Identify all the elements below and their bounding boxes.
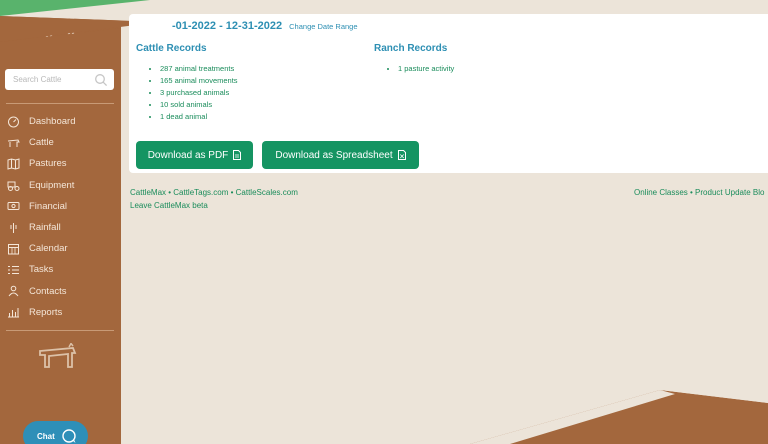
- search-box[interactable]: [5, 69, 114, 90]
- ranch-records-list: 1 pasture activity: [398, 63, 454, 75]
- sidebar-nav: Dashboard Cattle Pastures Equipment Fina…: [6, 111, 116, 323]
- sidebar-item-calendar[interactable]: Calendar: [6, 238, 116, 259]
- list-item: 1 dead animal: [160, 111, 238, 123]
- divider: [6, 103, 114, 104]
- sidebar-item-contacts[interactable]: Contacts: [6, 281, 116, 302]
- sidebar-item-label: Equipment: [29, 179, 75, 191]
- footer-links-left[interactable]: CattleMax • CattleTags.com • CattleScale…: [130, 188, 298, 197]
- sidebar-item-label: Contacts: [29, 285, 67, 297]
- list-item: 1 pasture activity: [398, 63, 454, 75]
- ranch-records-title: Ranch Records: [374, 43, 448, 54]
- list-item: 3 purchased animals: [160, 87, 238, 99]
- sidebar-item-label: Cattle: [29, 137, 54, 149]
- download-spreadsheet-label: Download as Spreadsheet: [275, 149, 393, 161]
- sidebar: Dashboard Cattle Pastures Equipment Fina…: [0, 0, 121, 444]
- sidebar-item-label: Reports: [29, 306, 63, 318]
- chat-label: Chat: [37, 431, 55, 441]
- financial-icon: [6, 200, 20, 212]
- sidebar-item-label: Tasks: [29, 264, 54, 276]
- download-pdf-label: Download as PDF: [147, 149, 229, 161]
- spreadsheet-file-icon: [397, 150, 406, 160]
- sidebar-item-financial[interactable]: Financial: [6, 196, 116, 217]
- dashboard-icon: [6, 116, 20, 128]
- equipment-icon: [6, 179, 20, 192]
- sidebar-item-equipment[interactable]: Equipment: [6, 175, 116, 196]
- tasks-icon: [6, 264, 20, 276]
- sidebar-item-dashboard[interactable]: Dashboard: [6, 111, 116, 132]
- sidebar-item-tasks[interactable]: Tasks: [6, 259, 116, 280]
- chat-button[interactable]: Chat: [23, 421, 88, 444]
- calendar-icon: [6, 243, 20, 255]
- search-icon[interactable]: [94, 73, 108, 87]
- cattlemax-logo-icon: [39, 343, 77, 368]
- sidebar-item-reports[interactable]: Reports: [6, 302, 116, 323]
- rainfall-icon: [6, 222, 20, 234]
- chat-bubble-icon: [62, 428, 76, 443]
- sidebar-item-label: Financial: [29, 200, 68, 212]
- search-input[interactable]: [13, 75, 93, 84]
- sidebar-item-label: Pastures: [29, 158, 67, 170]
- cattle-records-list: 287 animal treatments 165 animal movemen…: [160, 63, 238, 123]
- footer-links-right[interactable]: Online Classes • Product Update Blo: [634, 188, 764, 197]
- list-item: 10 sold animals: [160, 99, 238, 111]
- date-range: -01-2022 - 12-31-2022 Change Date Range: [172, 20, 358, 32]
- cattle-icon: [6, 137, 20, 149]
- pdf-file-icon: [233, 150, 242, 160]
- pastures-icon: [6, 158, 20, 170]
- list-item: 165 animal movements: [160, 75, 238, 87]
- date-range-text: -01-2022 - 12-31-2022: [172, 20, 283, 32]
- cattlemax-logo-icon[interactable]: [40, 16, 80, 50]
- footer-banner-decoration: [470, 385, 768, 444]
- contacts-icon: [6, 285, 20, 297]
- change-date-range-link[interactable]: Change Date Range: [289, 22, 357, 31]
- sidebar-item-label: Dashboard: [29, 116, 76, 128]
- divider: [6, 330, 114, 331]
- leave-beta-link[interactable]: Leave CattleMax beta: [130, 201, 208, 210]
- sidebar-item-label: Calendar: [29, 243, 68, 255]
- cattle-records-title: Cattle Records: [136, 43, 207, 54]
- download-spreadsheet-button[interactable]: Download as Spreadsheet: [262, 141, 419, 169]
- sidebar-item-label: Rainfall: [29, 222, 61, 234]
- sidebar-item-cattle[interactable]: Cattle: [6, 132, 116, 153]
- sidebar-item-rainfall[interactable]: Rainfall: [6, 217, 116, 238]
- list-item: 287 animal treatments: [160, 63, 238, 75]
- download-pdf-button[interactable]: Download as PDF: [136, 141, 253, 169]
- sidebar-item-pastures[interactable]: Pastures: [6, 153, 116, 174]
- reports-icon: [6, 306, 20, 318]
